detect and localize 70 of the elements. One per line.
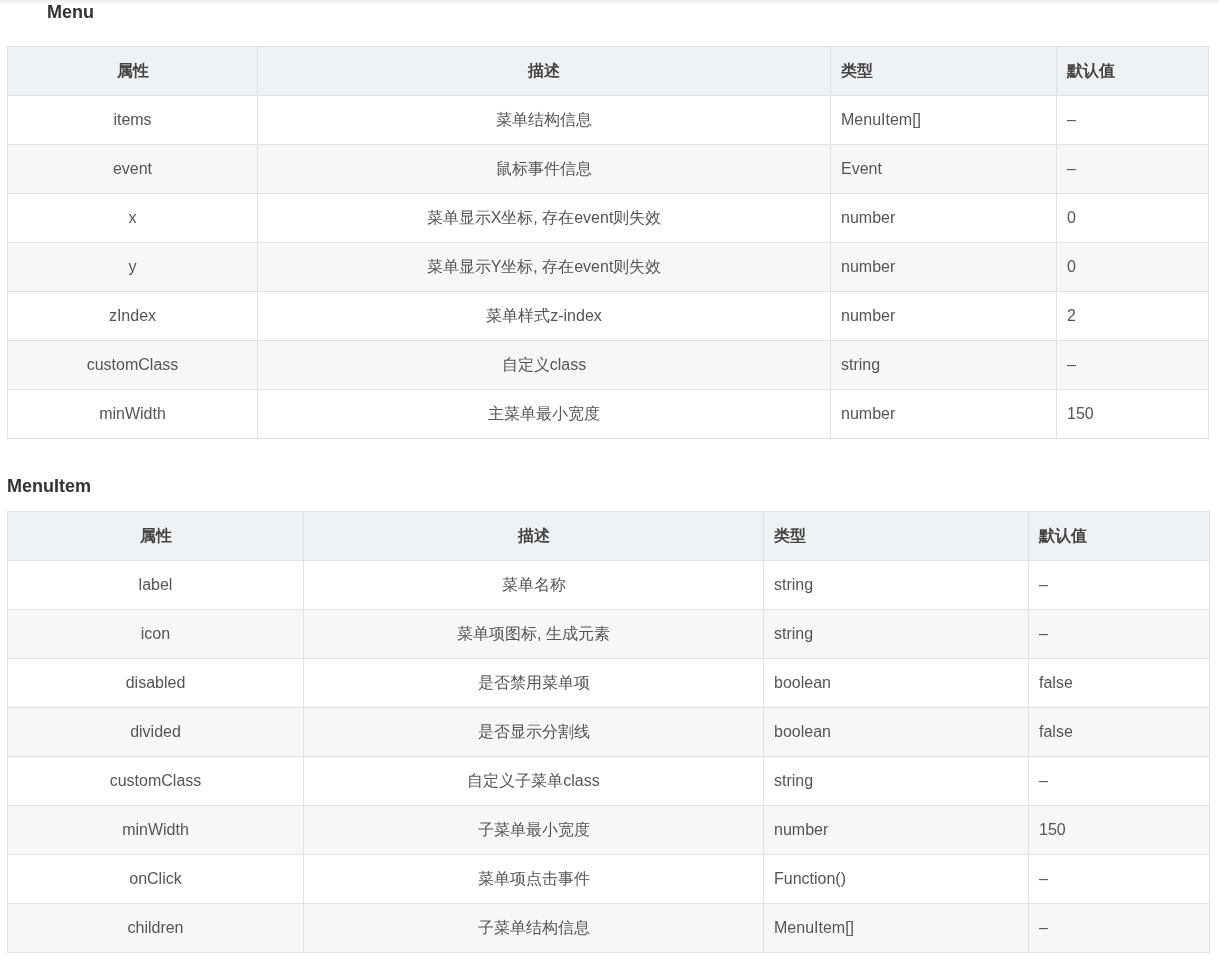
table-cell: 2 <box>1056 291 1209 341</box>
table-cell: 菜单显示X坐标, 存在event则失效 <box>257 193 831 243</box>
table-cell: 菜单项点击事件 <box>303 854 764 904</box>
table-cell: 主菜单最小宽度 <box>257 389 831 439</box>
table-cell: 150 <box>1028 805 1210 855</box>
table-cell: 鼠标事件信息 <box>257 144 831 194</box>
column-header: 类型 <box>830 46 1057 96</box>
table-cell: string <box>763 609 1029 659</box>
table-cell: 菜单样式z-index <box>257 291 831 341</box>
column-header: 描述 <box>257 46 831 96</box>
table-cell: number <box>830 242 1057 292</box>
table-cell: false <box>1028 707 1210 757</box>
section-heading: Menu <box>46 1 95 24</box>
table-cell: 菜单显示Y坐标, 存在event则失效 <box>257 242 831 292</box>
table-cell: – <box>1028 854 1210 904</box>
table-cell: 0 <box>1056 193 1209 243</box>
table-cell: items <box>7 95 258 145</box>
table-cell: – <box>1028 903 1210 953</box>
table-cell: divided <box>7 707 304 757</box>
table-cell: – <box>1028 756 1210 806</box>
table-cell: 是否禁用菜单项 <box>303 658 764 708</box>
table-cell: false <box>1028 658 1210 708</box>
table-cell: number <box>763 805 1029 855</box>
table-cell: Function() <box>763 854 1029 904</box>
table-cell: disabled <box>7 658 304 708</box>
table-cell: – <box>1056 95 1209 145</box>
table-cell: 150 <box>1056 389 1209 439</box>
table-cell: – <box>1056 340 1209 390</box>
table-cell: event <box>7 144 258 194</box>
column-header: 属性 <box>7 46 258 96</box>
table-cell: number <box>830 389 1057 439</box>
table-cell: number <box>830 193 1057 243</box>
table-cell: customClass <box>7 340 258 390</box>
table-cell: – <box>1056 144 1209 194</box>
table-cell: 菜单结构信息 <box>257 95 831 145</box>
table-cell: 子菜单结构信息 <box>303 903 764 953</box>
table-cell: x <box>7 193 258 243</box>
column-header: 默认值 <box>1028 511 1210 561</box>
table-cell: number <box>830 291 1057 341</box>
table-cell: boolean <box>763 707 1029 757</box>
table-cell: customClass <box>7 756 304 806</box>
table-cell: zIndex <box>7 291 258 341</box>
column-header: 类型 <box>763 511 1029 561</box>
table-cell: 是否显示分割线 <box>303 707 764 757</box>
column-header: 默认值 <box>1056 46 1209 96</box>
table-cell: children <box>7 903 304 953</box>
table-cell: minWidth <box>7 389 258 439</box>
table-cell: 子菜单最小宽度 <box>303 805 764 855</box>
column-header: 描述 <box>303 511 764 561</box>
table-cell: onClick <box>7 854 304 904</box>
table-cell: MenuItem[] <box>763 903 1029 953</box>
table-cell: string <box>763 756 1029 806</box>
table-cell: 0 <box>1056 242 1209 292</box>
table-cell: boolean <box>763 658 1029 708</box>
table-cell: – <box>1028 560 1210 610</box>
table-cell: 自定义子菜单class <box>303 756 764 806</box>
table-cell: 菜单名称 <box>303 560 764 610</box>
table-cell: string <box>830 340 1057 390</box>
table-cell: 菜单项图标, 生成元素 <box>303 609 764 659</box>
table-cell: 自定义class <box>257 340 831 390</box>
table-cell: Event <box>830 144 1057 194</box>
table-cell: y <box>7 242 258 292</box>
table-cell: MenuItem[] <box>830 95 1057 145</box>
section-heading: MenuItem <box>7 475 92 498</box>
column-header: 属性 <box>7 511 304 561</box>
table-cell: string <box>763 560 1029 610</box>
table-cell: icon <box>7 609 304 659</box>
table-cell: label <box>7 560 304 610</box>
table-cell: minWidth <box>7 805 304 855</box>
table-cell: – <box>1028 609 1210 659</box>
